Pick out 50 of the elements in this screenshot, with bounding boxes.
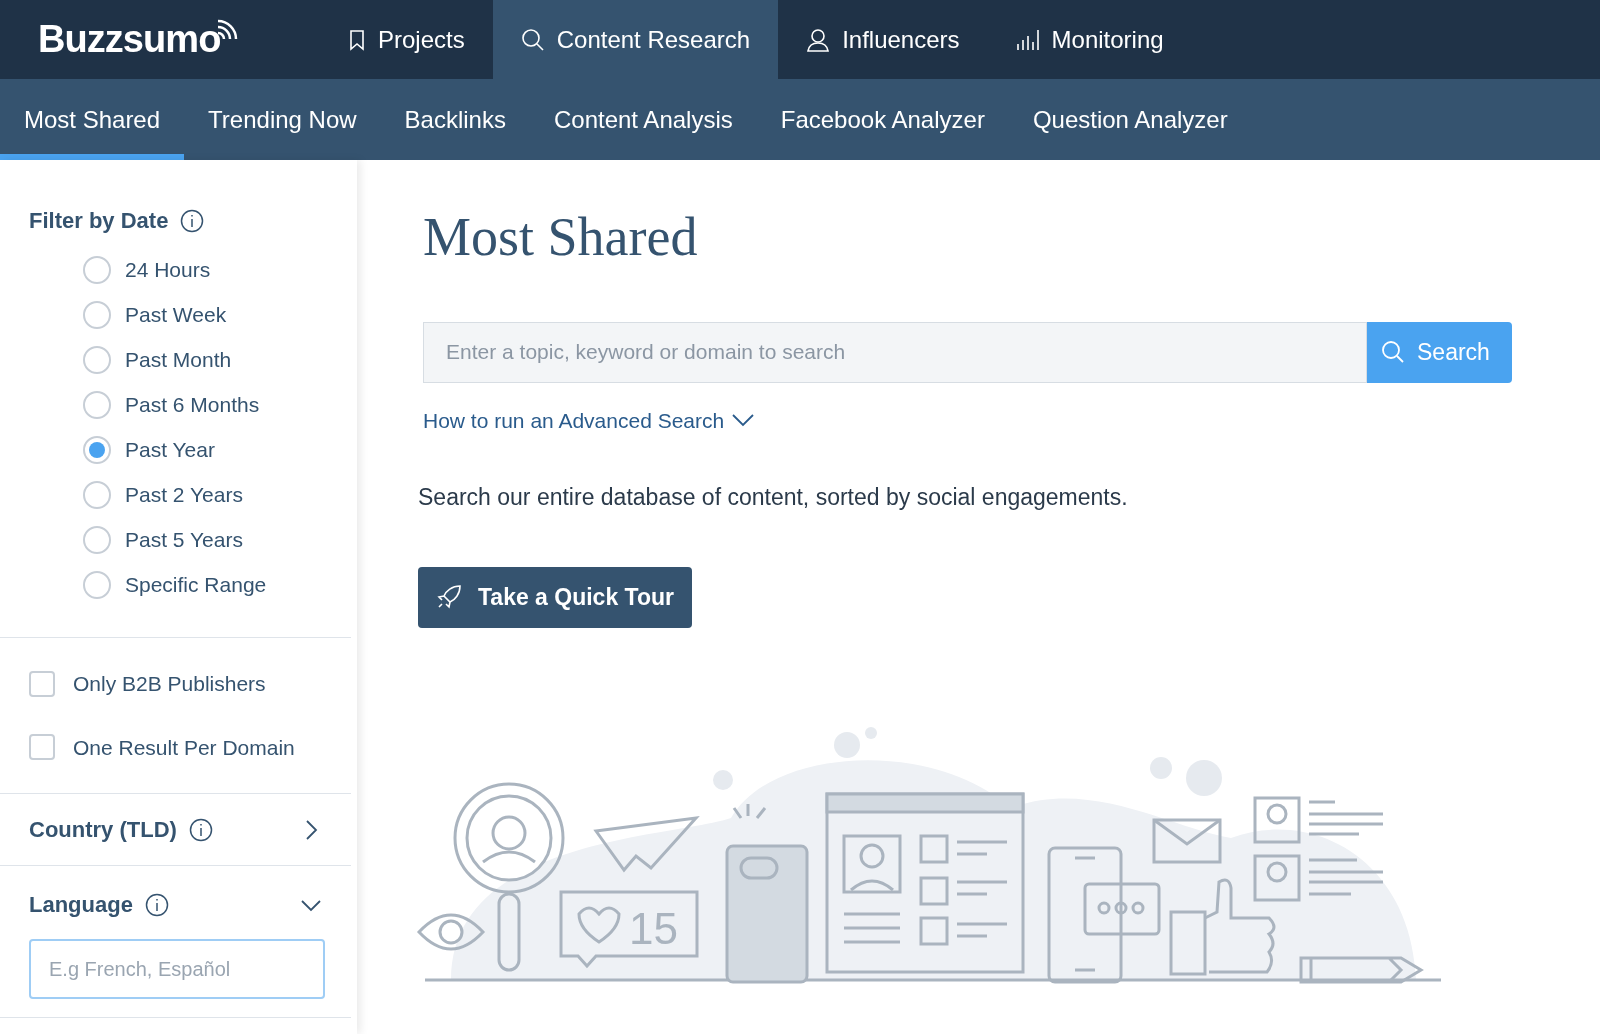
info-icon[interactable] [188,817,213,842]
date-radio-option[interactable]: Specific Range [83,562,322,607]
radio-button[interactable] [83,570,111,599]
language-input[interactable]: E.g French, Español [29,939,325,999]
checkbox-option[interactable]: Only B2B Publishers [29,668,322,700]
like-count: 15 [629,903,678,953]
date-radio-option[interactable]: Past 2 Years [83,472,322,517]
nav-tab[interactable]: Content Research [492,0,779,79]
sub-nav-tab[interactable]: Backlinks [380,79,530,160]
search-field[interactable]: Enter a topic, keyword or domain to search [423,321,1367,383]
nav-tab[interactable]: Monitoring [987,0,1192,79]
bookmark-icon [348,28,366,51]
nav-tab[interactable]: Projects [320,0,493,79]
sub-nav-tab[interactable]: Trending Now [184,79,381,160]
section-title: Language [29,891,133,919]
sub-nav-tab[interactable]: Facebook Analyzer [756,79,1009,160]
checkbox-option[interactable]: One Result Per Domain [29,731,322,763]
date-radio-option[interactable]: Past Week [83,292,322,337]
sub-nav-tab[interactable]: Content Analysis [529,79,757,160]
section-title: Filter by Date [29,207,169,235]
date-radio-option[interactable]: Past Year [83,427,322,472]
checkbox[interactable] [29,734,55,761]
radio-button[interactable] [83,255,111,284]
sub-nav-tab[interactable]: Question Analyzer [1008,79,1252,160]
date-radio-option[interactable]: Past 6 Months [83,382,322,427]
radio-button[interactable] [83,300,111,329]
radio-button[interactable] [83,435,111,464]
date-radio-option[interactable]: Past 5 Years [83,517,322,562]
advanced-search-link[interactable]: How to run an Advanced Search [423,404,1512,436]
chevron-down-icon [732,413,755,428]
tour-button[interactable]: Take a Quick Tour [418,566,692,628]
info-icon[interactable] [180,208,205,233]
page-title: Most Shared [423,206,699,269]
search-icon [1381,340,1405,364]
checkbox[interactable] [29,670,55,697]
radio-button[interactable] [83,345,111,374]
date-radio-option[interactable]: Past Month [83,337,322,382]
radio-button[interactable] [83,390,111,419]
search-icon [520,27,545,52]
description-text: Search our entire database of content, sorted by social engagements. [418,483,1129,512]
radio-button[interactable] [83,480,111,509]
logo[interactable]: Buzzsumo [38,11,221,68]
nav-tab[interactable]: Influencers [778,0,988,79]
bar-chart-icon [1015,27,1040,52]
info-icon[interactable] [144,892,169,917]
date-radio-option[interactable]: 24 Hours [83,247,322,292]
rocket-icon [436,584,462,610]
radio-button[interactable] [83,525,111,554]
section-title: Country (TLD) [29,816,177,844]
person-icon [806,27,831,52]
